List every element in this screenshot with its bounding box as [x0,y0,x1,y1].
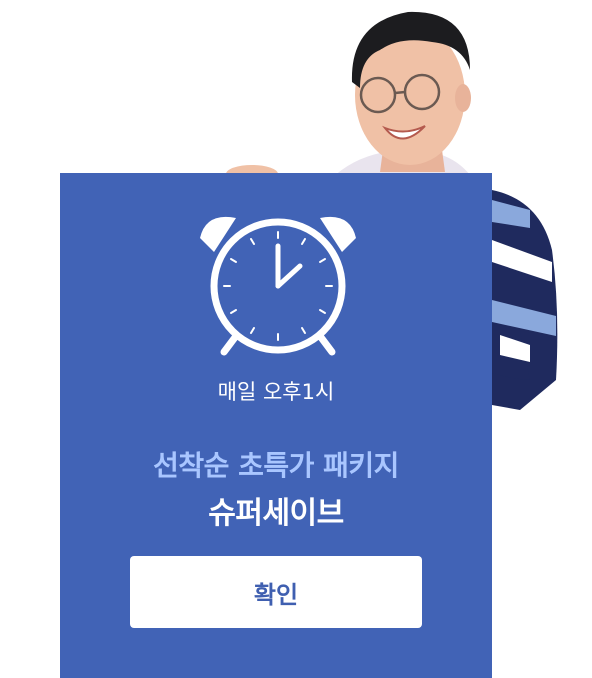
promo-subtitle: 선착순 초특가 패키지 [153,449,399,482]
promo-title: 슈퍼세이브 [208,496,344,531]
confirm-button[interactable]: 확인 [130,556,422,628]
schedule-text: 매일 오후1시 [217,380,335,404]
alarm-clock-icon [200,216,356,356]
